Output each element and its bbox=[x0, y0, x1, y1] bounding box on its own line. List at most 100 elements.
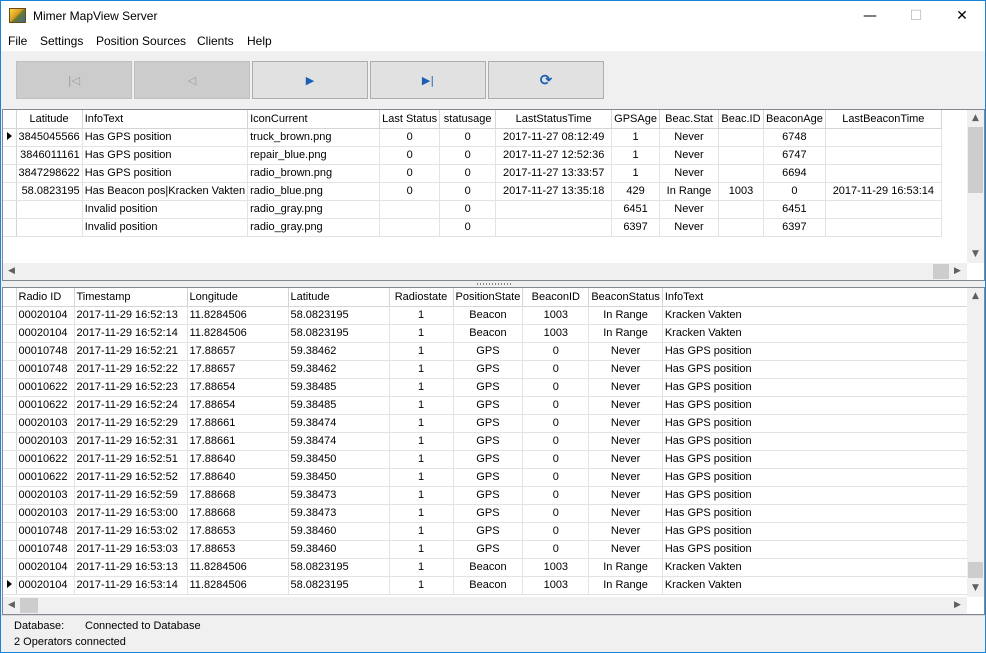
cell-radiostate[interactable]: 1 bbox=[389, 486, 454, 505]
cell-gpsage[interactable]: 6397 bbox=[611, 218, 660, 237]
menu-clients[interactable]: Clients bbox=[197, 34, 234, 48]
cell-radiostate[interactable]: 1 bbox=[389, 378, 454, 397]
cell-gpsage[interactable]: 1 bbox=[611, 128, 660, 147]
cell-infotext[interactable]: Has GPS position bbox=[662, 486, 973, 505]
row-header[interactable] bbox=[3, 432, 17, 451]
table-row[interactable]: 00010748 2017-11-29 16:53:02 17.88653 59.38… bbox=[3, 522, 973, 541]
table-row[interactable]: 3845045566 Has GPS position truck_brown.pn… bbox=[3, 128, 942, 147]
cell-longitude[interactable]: 17.88657 bbox=[187, 360, 289, 379]
table-row[interactable]: 00010622 2017-11-29 16:52:51 17.88640 59.38… bbox=[3, 450, 973, 469]
row-header[interactable] bbox=[3, 576, 17, 595]
cell-infotext[interactable]: Has GPS position bbox=[82, 164, 249, 183]
cell-timestamp[interactable]: 2017-11-29 16:53:14 bbox=[74, 576, 188, 595]
cell-beaconid[interactable]: 0 bbox=[522, 504, 590, 523]
cell-beac-id[interactable] bbox=[718, 164, 764, 183]
cell-latitude[interactable]: 58.0823195 bbox=[288, 558, 390, 577]
next-record-button[interactable]: ▶ bbox=[252, 61, 368, 99]
scroll-thumb[interactable] bbox=[968, 127, 983, 193]
cell-radio-id[interactable]: 00010748 bbox=[16, 522, 75, 541]
cell-last-status[interactable]: 0 bbox=[379, 182, 441, 201]
cell-statusage[interactable]: 0 bbox=[439, 164, 497, 183]
cell-lastbeacontime[interactable] bbox=[825, 218, 942, 237]
cell-beac-id[interactable] bbox=[718, 218, 764, 237]
last-record-button[interactable]: ▶| bbox=[370, 61, 486, 99]
cell-beaconid[interactable]: 1003 bbox=[522, 558, 590, 577]
cell-latitude[interactable]: 58.0823195 bbox=[288, 324, 390, 343]
maximize-button[interactable]: ☐ bbox=[893, 1, 939, 31]
row-header[interactable] bbox=[3, 558, 17, 577]
cell-infotext[interactable]: Has GPS position bbox=[662, 468, 973, 487]
cell-last-status[interactable]: 0 bbox=[379, 146, 441, 165]
table-row[interactable]: 00020103 2017-11-29 16:52:31 17.88661 59.38… bbox=[3, 432, 973, 451]
cell-infotext[interactable]: Invalid position bbox=[82, 218, 249, 237]
cell-timestamp[interactable]: 2017-11-29 16:53:00 bbox=[74, 504, 188, 523]
cell-radio-id[interactable]: 00010622 bbox=[16, 468, 75, 487]
cell-iconcurrent[interactable]: radio_gray.png bbox=[247, 218, 381, 237]
menu-position-sources[interactable]: Position Sources bbox=[96, 34, 186, 48]
row-header[interactable] bbox=[3, 360, 17, 379]
cell-radiostate[interactable]: 1 bbox=[389, 468, 454, 487]
cell-radiostate[interactable]: 1 bbox=[389, 324, 454, 343]
cell-radio-id[interactable]: 00010622 bbox=[16, 396, 75, 415]
row-header[interactable] bbox=[3, 540, 17, 559]
cell-radio-id[interactable]: 00020104 bbox=[16, 306, 75, 325]
row-header[interactable] bbox=[3, 128, 17, 147]
cell-beaconid[interactable]: 0 bbox=[522, 486, 590, 505]
cell-laststatustime[interactable]: 2017-11-27 13:35:18 bbox=[495, 182, 613, 201]
table-row[interactable]: 00010622 2017-11-29 16:52:24 17.88654 59.38… bbox=[3, 396, 973, 415]
scroll-thumb[interactable] bbox=[933, 264, 949, 279]
cell-radiostate[interactable]: 1 bbox=[389, 414, 454, 433]
table-row[interactable]: 3846011161 Has GPS position repair_blue.pn… bbox=[3, 146, 942, 165]
cell-positionstate[interactable]: GPS bbox=[453, 378, 524, 397]
cell-latitude[interactable]: 59.38485 bbox=[288, 378, 390, 397]
table-row[interactable]: 00020104 2017-11-29 16:52:14 11.8284506 58.… bbox=[3, 324, 973, 343]
col-gpsage[interactable]: GPSAge bbox=[611, 110, 660, 129]
cell-infotext[interactable]: Kracken Vakten bbox=[662, 306, 973, 325]
cell-timestamp[interactable]: 2017-11-29 16:52:14 bbox=[74, 324, 188, 343]
cell-infotext[interactable]: Has GPS position bbox=[82, 146, 249, 165]
table-row[interactable]: Invalid position radio_gray.png 0 6397 Never… bbox=[3, 218, 942, 237]
menu-settings[interactable]: Settings bbox=[40, 34, 83, 48]
table-row[interactable]: 00010748 2017-11-29 16:52:21 17.88657 59.38… bbox=[3, 342, 973, 361]
cell-beaconstatus[interactable]: Never bbox=[588, 360, 663, 379]
cell-longitude[interactable]: 11.8284506 bbox=[187, 576, 289, 595]
cell-iconcurrent[interactable]: radio_blue.png bbox=[247, 182, 381, 201]
cell-laststatustime[interactable] bbox=[495, 200, 613, 219]
cell-positionstate[interactable]: GPS bbox=[453, 396, 524, 415]
cell-iconcurrent[interactable]: radio_gray.png bbox=[247, 200, 381, 219]
table-row[interactable]: 00020104 2017-11-29 16:53:13 11.8284506 58.… bbox=[3, 558, 973, 577]
cell-beaconstatus[interactable]: Never bbox=[588, 522, 663, 541]
cell-longitude[interactable]: 17.88654 bbox=[187, 378, 289, 397]
col-beaconstatus[interactable]: BeaconStatus bbox=[588, 288, 663, 307]
cell-radiostate[interactable]: 1 bbox=[389, 432, 454, 451]
row-header[interactable] bbox=[3, 378, 17, 397]
cell-latitude[interactable]: 3847298622 bbox=[16, 164, 83, 183]
cell-infotext[interactable]: Kracken Vakten bbox=[662, 324, 973, 343]
cell-laststatustime[interactable]: 2017-11-27 13:33:57 bbox=[495, 164, 613, 183]
col-last-status[interactable]: Last Status bbox=[379, 110, 441, 129]
cell-radio-id[interactable]: 00010748 bbox=[16, 540, 75, 559]
cell-latitude[interactable]: 59.38485 bbox=[288, 396, 390, 415]
cell-beaconstatus[interactable]: Never bbox=[588, 378, 663, 397]
cell-positionstate[interactable]: GPS bbox=[453, 414, 524, 433]
row-header[interactable] bbox=[3, 414, 17, 433]
cell-radio-id[interactable]: 00010748 bbox=[16, 342, 75, 361]
row-header[interactable] bbox=[3, 182, 17, 201]
positions-horizontal-scrollbar[interactable]: ◀ ▶ bbox=[3, 597, 967, 614]
col-radiostate[interactable]: Radiostate bbox=[389, 288, 454, 307]
row-header[interactable] bbox=[3, 324, 17, 343]
cell-beac-stat[interactable]: Never bbox=[659, 200, 719, 219]
cell-beaconage[interactable]: 6748 bbox=[763, 128, 826, 147]
row-header[interactable] bbox=[3, 146, 17, 165]
col-beac-id[interactable]: Beac.ID bbox=[718, 110, 764, 129]
cell-radio-id[interactable]: 00020103 bbox=[16, 504, 75, 523]
cell-beac-id[interactable]: 1003 bbox=[718, 182, 764, 201]
cell-latitude[interactable]: 58.0823195 bbox=[288, 576, 390, 595]
cell-timestamp[interactable]: 2017-11-29 16:53:13 bbox=[74, 558, 188, 577]
cell-beaconid[interactable]: 1003 bbox=[522, 306, 590, 325]
cell-longitude[interactable]: 17.88661 bbox=[187, 414, 289, 433]
col-iconcurrent[interactable]: IconCurrent bbox=[247, 110, 381, 129]
cell-beaconid[interactable]: 0 bbox=[522, 360, 590, 379]
cell-positionstate[interactable]: GPS bbox=[453, 504, 524, 523]
cell-statusage[interactable]: 0 bbox=[439, 128, 497, 147]
